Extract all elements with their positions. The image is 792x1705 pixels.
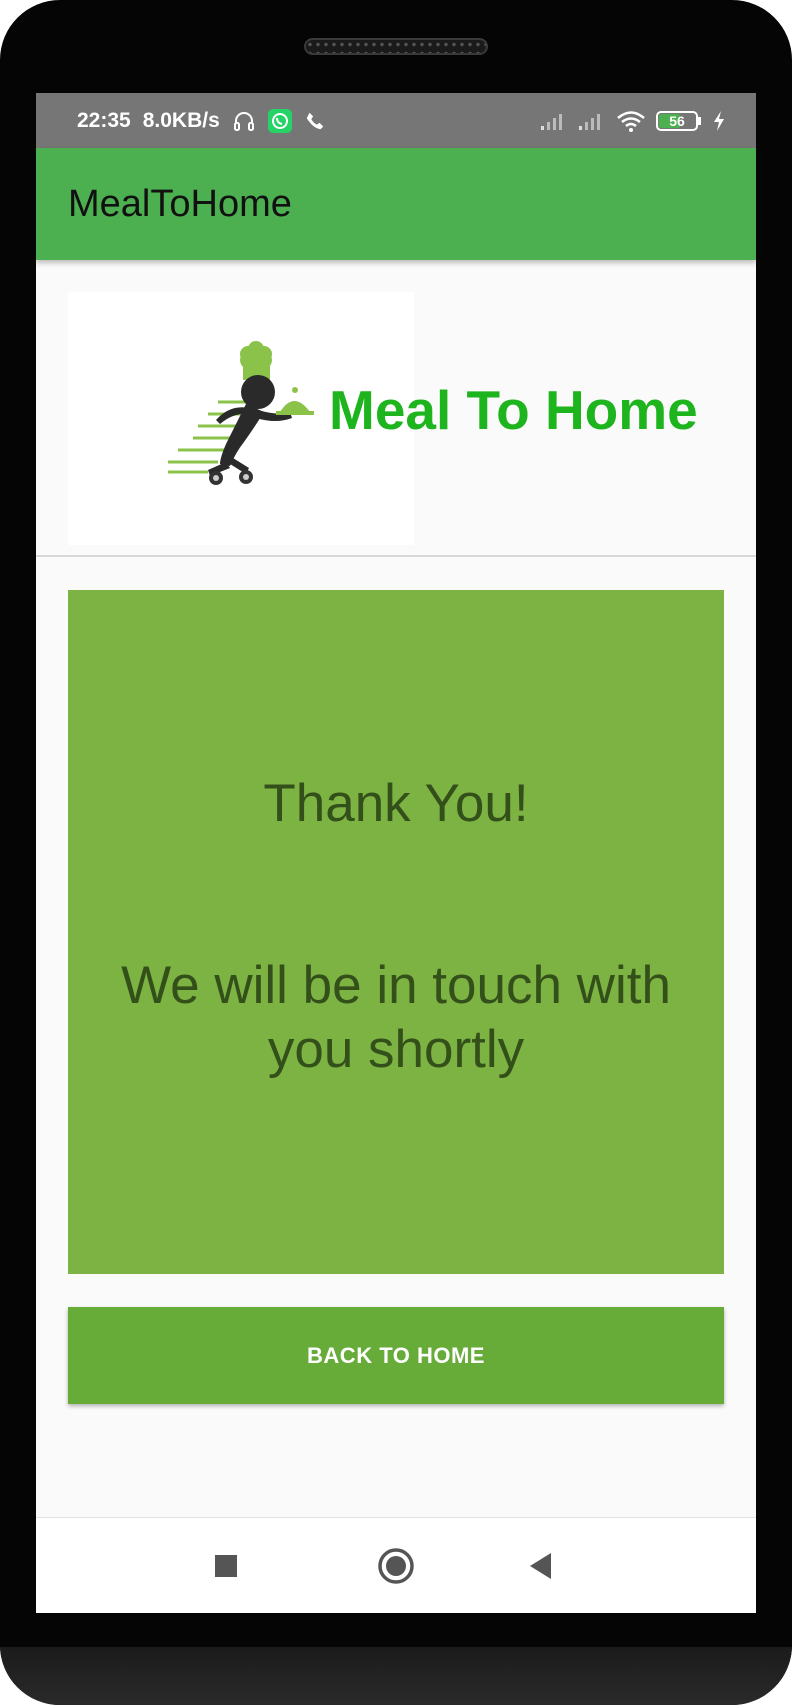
signal-icon	[540, 111, 568, 131]
status-speed: 8.0KB/s	[142, 108, 220, 132]
signal-icon-2	[578, 111, 606, 131]
app-bar: MealToHome	[36, 148, 756, 260]
status-time: 22:35	[77, 108, 131, 132]
triangle-back-icon	[530, 1553, 551, 1579]
home-button[interactable]	[356, 1518, 436, 1613]
thank-you-card: Thank You! We will be in touch with you …	[68, 590, 724, 1274]
square-icon	[215, 1555, 237, 1577]
back-button[interactable]	[501, 1518, 581, 1613]
battery-icon: 56	[656, 110, 702, 132]
app-title: MealToHome	[68, 183, 292, 225]
recents-button[interactable]	[186, 1518, 266, 1613]
headphones-icon	[232, 109, 256, 133]
status-bar: 22:35 8.0KB/s 56	[36, 93, 756, 148]
divider	[36, 555, 756, 557]
phone-icon	[304, 110, 326, 132]
wifi-icon	[616, 110, 646, 132]
brand-title: Meal To Home	[329, 379, 698, 441]
navigation-bar	[36, 1517, 756, 1613]
charging-icon	[712, 110, 726, 132]
confirmation-message: We will be in touch with you shortly	[121, 956, 671, 1079]
back-to-home-button[interactable]: BACK TO HOME	[68, 1307, 724, 1404]
screen: 22:35 8.0KB/s 56 MealToHome Meal To Home…	[36, 93, 756, 1613]
phone-speaker	[304, 38, 488, 55]
phone-frame: 22:35 8.0KB/s 56 MealToHome Meal To Home…	[0, 0, 792, 1705]
thank-you-heading: Thank You!	[263, 774, 529, 833]
whatsapp-icon	[267, 108, 292, 133]
battery-level: 56	[669, 112, 685, 129]
circle-icon	[378, 1548, 414, 1584]
phone-bottom-bezel	[0, 1647, 792, 1705]
